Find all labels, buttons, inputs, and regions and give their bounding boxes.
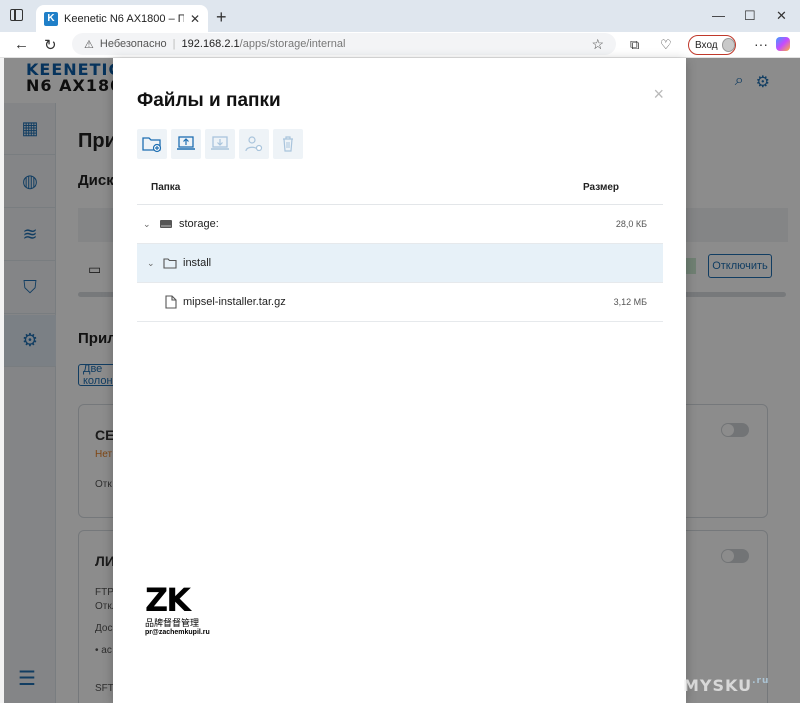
- upload-button[interactable]: [171, 129, 201, 159]
- new-folder-icon: [142, 137, 162, 153]
- url-separator: |: [172, 38, 176, 50]
- file-toolbar: [137, 129, 303, 159]
- row-size: 3,12 МБ: [613, 297, 647, 307]
- permissions-icon: [245, 136, 263, 152]
- address-bar-row: ← ↻ ⚠ Небезопасно | 192.168.2.1/apps/sto…: [0, 32, 800, 58]
- browser-tab[interactable]: K Keenetic N6 AX1800 – Приложения ✕: [36, 5, 208, 32]
- chevron-down-icon[interactable]: ⌄: [147, 258, 157, 269]
- table-row[interactable]: mipsel-installer.tar.gz 3,12 МБ: [137, 283, 663, 322]
- modal-title: Файлы и папки: [137, 90, 281, 111]
- tab-close-icon[interactable]: ✕: [190, 12, 200, 26]
- row-name: storage:: [179, 218, 219, 230]
- avatar: [721, 38, 735, 52]
- file-icon: [165, 295, 177, 309]
- sidebar-toggle-icon[interactable]: [10, 9, 23, 21]
- new-folder-button[interactable]: [137, 129, 167, 159]
- profile-login-button[interactable]: Вход: [688, 35, 736, 55]
- zk-email: pr@zachemkupil.ru: [145, 629, 210, 636]
- extensions-icon[interactable]: ⧉: [630, 37, 639, 53]
- copilot-icon[interactable]: [776, 37, 790, 51]
- table-row[interactable]: ⌄ install: [137, 244, 663, 283]
- reload-icon[interactable]: ↻: [44, 36, 57, 54]
- url-field[interactable]: ⚠ Небезопасно | 192.168.2.1/apps/storage…: [72, 33, 616, 55]
- favorite-star-icon[interactable]: ☆: [591, 36, 604, 53]
- chevron-down-icon[interactable]: ⌄: [143, 219, 153, 230]
- maximize-icon[interactable]: ☐: [744, 8, 756, 24]
- delete-icon: [283, 136, 293, 152]
- login-label: Вход: [695, 39, 718, 51]
- row-name: mipsel-installer.tar.gz: [183, 296, 286, 308]
- back-icon[interactable]: ←: [14, 36, 29, 53]
- zk-caption: 品牌督督管理: [145, 619, 200, 629]
- row-name-cell: mipsel-installer.tar.gz: [137, 295, 583, 309]
- close-icon[interactable]: ×: [653, 84, 664, 105]
- upload-icon: [177, 136, 195, 150]
- url-path: /apps/storage/internal: [239, 38, 346, 50]
- table-header: Папка Размер: [137, 171, 663, 205]
- tab-title: Keenetic N6 AX1800 – Приложения: [64, 12, 184, 25]
- zk-watermark: ZK 品牌督督管理 pr@zachemkupil.ru: [145, 581, 210, 636]
- new-tab-icon[interactable]: +: [216, 7, 227, 28]
- window-close-icon[interactable]: ✕: [776, 8, 787, 24]
- table-row[interactable]: ⌄ storage: 28,0 КБ: [137, 205, 663, 244]
- zk-logo: ZK: [145, 581, 191, 619]
- keenetic-favicon-icon: K: [44, 11, 58, 26]
- column-header-size: Размер: [583, 182, 620, 193]
- drive-icon: [160, 220, 172, 228]
- row-size: 28,0 КБ: [615, 219, 647, 229]
- url-host: 192.168.2.1: [181, 38, 240, 50]
- column-header-folder: Папка: [151, 182, 181, 193]
- browser-essentials-icon[interactable]: ♡: [660, 37, 672, 53]
- download-icon: [211, 136, 229, 150]
- insecure-label: Небезопасно: [99, 38, 167, 50]
- download-button[interactable]: [205, 129, 235, 159]
- permissions-button[interactable]: [239, 129, 269, 159]
- row-name-cell: ⌄ storage:: [137, 218, 583, 230]
- mysku-watermark: MYSKU.ru: [683, 676, 770, 695]
- file-table: Папка Размер ⌄ storage: 28,0 КБ ⌄ instal…: [137, 171, 663, 322]
- warning-icon[interactable]: ⚠: [84, 38, 94, 51]
- more-menu-icon[interactable]: ···: [754, 36, 768, 52]
- row-name-cell: ⌄ install: [137, 257, 583, 269]
- folder-icon: [163, 258, 177, 269]
- delete-button[interactable]: [273, 129, 303, 159]
- minimize-icon[interactable]: —: [712, 8, 725, 23]
- browser-tab-bar: K Keenetic N6 AX1800 – Приложения ✕ + — …: [0, 0, 800, 32]
- row-name: install: [183, 257, 212, 269]
